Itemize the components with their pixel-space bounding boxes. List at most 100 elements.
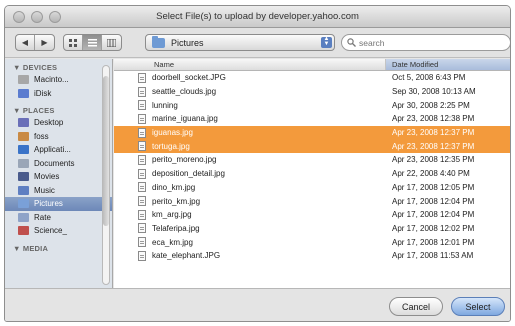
file-icon — [138, 72, 146, 83]
file-row[interactable]: eca_km.jpg Apr 17, 2008 12:01 PM — [114, 235, 510, 249]
search-input[interactable] — [359, 37, 499, 48]
sidebar-item-label: Science_ — [34, 226, 67, 236]
list-view-button[interactable] — [83, 35, 102, 50]
file-name: deposition_detail.jpg — [152, 169, 225, 179]
file-name-cell: eca_km.jpg — [114, 237, 386, 248]
file-name: iguanas.jpg — [152, 128, 193, 138]
file-date: Apr 30, 2008 2:25 PM — [392, 100, 470, 110]
file-row[interactable]: deposition_detail.jpg Apr 22, 2008 4:40 P… — [114, 167, 510, 181]
file-row[interactable]: km_arg.jpg Apr 17, 2008 12:04 PM — [114, 208, 510, 222]
file-row[interactable]: seattle_clouds.jpg Sep 30, 2008 10:13 AM — [114, 85, 510, 99]
file-row[interactable]: dino_km.jpg Apr 17, 2008 12:05 PM — [114, 181, 510, 195]
sidebar-item[interactable]: Movies — [5, 170, 112, 184]
sidebar-scrollbar[interactable] — [102, 65, 110, 285]
file-date: Apr 23, 2008 12:38 PM — [392, 114, 475, 124]
file-date: Sep 30, 2008 10:13 AM — [392, 87, 476, 97]
select-button[interactable]: Select — [451, 297, 505, 316]
file-row[interactable]: tortuga.jpg Apr 23, 2008 12:37 PM — [114, 139, 510, 154]
file-icon — [138, 86, 146, 97]
cancel-button[interactable]: Cancel — [389, 297, 443, 316]
file-name: kate_elephant.JPG — [152, 251, 221, 261]
list-view-icon — [87, 38, 97, 46]
titlebar: Select File(s) to upload by developer.ya… — [5, 6, 510, 28]
column-header-date-modified[interactable]: Date Modified — [386, 59, 510, 70]
sidebar-item[interactable]: Desktop — [5, 116, 112, 130]
sidebar-item-icon — [18, 131, 29, 141]
file-row[interactable]: doorbell_socket.JPG Oct 5, 2008 6:43 PM — [114, 71, 510, 85]
file-row[interactable]: kate_elephant.JPG Apr 17, 2008 11:53 AM — [114, 249, 510, 263]
file-row[interactable] — [114, 263, 510, 277]
sidebar-item-icon — [18, 158, 29, 168]
file-icon — [138, 127, 146, 138]
sidebar-scroll-thumb[interactable] — [103, 76, 109, 226]
sidebar-item-icon — [18, 118, 29, 128]
file-row[interactable]: perito_moreno.jpg Apr 23, 2008 12:35 PM — [114, 153, 510, 167]
file-name-cell: marine_iguana.jpg — [114, 113, 386, 124]
file-row[interactable]: lunning Apr 30, 2008 2:25 PM — [114, 98, 510, 112]
search-field[interactable] — [341, 34, 510, 51]
sidebar-item-icon — [18, 75, 29, 85]
sidebar-item[interactable]: Applicati... — [5, 143, 112, 157]
popup-arrows-icon: ▲ ▼ — [321, 36, 332, 48]
file-icon — [138, 182, 146, 193]
icon-view-button[interactable] — [64, 35, 83, 50]
forward-button[interactable]: ▶ — [35, 35, 54, 50]
sidebar-item[interactable]: foss — [5, 130, 112, 144]
file-name-cell: kate_elephant.JPG — [114, 250, 386, 261]
file-name: Telaferipa.jpg — [152, 223, 200, 233]
file-date: Apr 17, 2008 12:04 PM — [392, 196, 475, 206]
file-icon — [138, 141, 146, 152]
toolbar: ◀ ▶ Pictures ▲ ▼ — [5, 28, 510, 58]
sidebar-item[interactable]: Documents — [5, 157, 112, 171]
file-name-cell: doorbell_socket.JPG — [114, 72, 386, 83]
file-icon — [138, 168, 146, 179]
sidebar-item[interactable]: iDisk — [5, 87, 112, 101]
sidebar-item-label: foss — [34, 131, 49, 141]
file-name: km_arg.jpg — [152, 210, 192, 220]
file-icon — [138, 209, 146, 220]
file-name-cell: perito_km.jpg — [114, 196, 386, 207]
sidebar-item[interactable]: Pictures — [5, 197, 112, 211]
file-date: Apr 23, 2008 12:35 PM — [392, 155, 475, 165]
file-open-dialog: Select File(s) to upload by developer.ya… — [4, 5, 511, 322]
file-name: perito_km.jpg — [152, 196, 201, 206]
file-date: Apr 17, 2008 12:04 PM — [392, 210, 475, 220]
sidebar-item[interactable]: Macinto... — [5, 73, 112, 87]
file-row[interactable]: perito_km.jpg Apr 17, 2008 12:04 PM — [114, 194, 510, 208]
file-row[interactable]: Telaferipa.jpg Apr 17, 2008 12:02 PM — [114, 222, 510, 236]
file-name-cell: Telaferipa.jpg — [114, 223, 386, 234]
sidebar-item-icon — [18, 172, 29, 182]
file-icon — [138, 100, 146, 111]
sidebar-item-label: Macinto... — [34, 75, 69, 85]
file-row[interactable]: marine_iguana.jpg Apr 23, 2008 12:38 PM — [114, 112, 510, 126]
back-button[interactable]: ◀ — [16, 35, 35, 50]
column-view-icon — [107, 38, 116, 47]
file-row[interactable]: iguanas.jpg Apr 23, 2008 12:37 PM — [114, 125, 510, 140]
file-name-cell: deposition_detail.jpg — [114, 168, 386, 179]
file-name: eca_km.jpg — [152, 237, 193, 247]
file-date: Apr 17, 2008 12:05 PM — [392, 182, 475, 192]
sidebar-item-label: Documents — [34, 158, 75, 168]
location-popup[interactable]: Pictures ▲ ▼ — [145, 34, 335, 51]
file-icon — [138, 223, 146, 234]
file-name-cell: seattle_clouds.jpg — [114, 86, 386, 97]
file-icon — [138, 250, 146, 261]
file-icon — [138, 196, 146, 207]
sidebar-item[interactable]: Music — [5, 184, 112, 198]
column-header-name[interactable]: Name — [114, 59, 386, 70]
file-name-cell: dino_km.jpg — [114, 182, 386, 193]
sidebar-item[interactable]: Science_ — [5, 224, 112, 238]
file-name-cell: lunning — [114, 100, 386, 111]
file-name: perito_moreno.jpg — [152, 155, 217, 165]
column-view-button[interactable] — [102, 35, 121, 50]
sidebar-item-icon — [18, 212, 29, 222]
file-name: dino_km.jpg — [152, 182, 196, 192]
nav-buttons: ◀ ▶ — [15, 34, 55, 51]
file-name: lunning — [152, 100, 178, 110]
sidebar-item[interactable]: Rate — [5, 211, 112, 225]
sidebar-item-label: Pictures — [34, 199, 63, 209]
sidebar-item-label: Applicati... — [34, 145, 71, 155]
search-icon — [347, 38, 356, 47]
file-name-cell: perito_moreno.jpg — [114, 154, 386, 165]
sidebar-item-icon — [18, 226, 29, 236]
